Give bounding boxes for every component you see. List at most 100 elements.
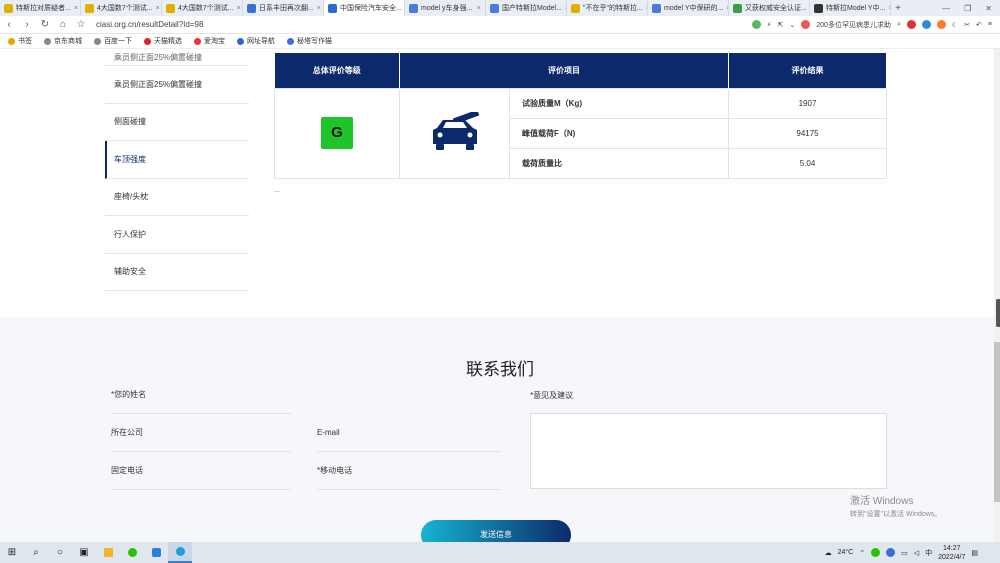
network-icon[interactable]: ▭ <box>901 549 908 557</box>
browser-tab[interactable]: 4大国数7个测试... × <box>81 0 162 16</box>
browser-tab[interactable]: 特斯拉对质疑者... × <box>0 0 81 16</box>
browser-tab[interactable]: "不在乎"的特斯拉...× <box>567 0 648 16</box>
browser-tab[interactable]: 又获权威安全认证...× <box>729 0 810 16</box>
minimize-icon[interactable]: — <box>942 4 950 13</box>
phone-label: 固定电话 <box>111 466 143 475</box>
tab-title: 又获权威安全认证... <box>745 5 807 12</box>
undo-icon[interactable]: ↶ <box>976 21 982 29</box>
bookmark-item[interactable]: 百度一下 <box>94 36 132 46</box>
tray-chevron-icon[interactable]: ⌃ <box>859 549 865 557</box>
chevron-down-icon[interactable]: ⌄ <box>789 21 795 29</box>
task-view-icon[interactable]: ▣ <box>72 547 96 558</box>
sidebar-item[interactable]: 座椅/头枕 <box>105 179 249 216</box>
moon-icon[interactable]: ☾ <box>952 21 958 29</box>
search-icon[interactable]: ⌕ <box>897 21 901 29</box>
bookmark-label: 京东商城 <box>54 38 82 45</box>
browser-tab[interactable]: model Y中保研的...× <box>648 0 729 16</box>
bookmark-item[interactable]: 网址导航 <box>237 36 275 46</box>
close-tab-icon[interactable]: × <box>317 5 321 12</box>
star-icon[interactable]: ☆ <box>72 19 90 30</box>
shield-icon[interactable] <box>751 20 761 29</box>
back-icon[interactable]: ‹ <box>0 19 18 30</box>
search-hint[interactable]: 200多位罕见病患儿求助 <box>816 20 891 30</box>
app-icon[interactable] <box>144 542 168 563</box>
result-table: 总体评价等级 评价项目 评价结果 G 试验质量M（Kg) 1907 峰值载荷F（… <box>274 53 887 179</box>
close-tab-icon[interactable]: × <box>477 5 481 12</box>
clock-date: 2022/4/7 <box>938 553 966 561</box>
volume-icon[interactable]: ◁ <box>914 549 919 557</box>
company-field[interactable]: 所在公司 <box>111 414 291 452</box>
test-category-nav: 乘员侧正面25%偏置碰撞 乘员侧正面25%偏置碰撞 侧面碰撞 车顶强度 座椅/头枕 行人保… <box>105 49 249 291</box>
bookmark-item[interactable]: 京东商城 <box>44 36 82 46</box>
sidebar-item[interactable]: 侧面碰撞 <box>105 104 249 141</box>
side-panel-handle[interactable] <box>996 299 1000 327</box>
contact-section: 联系我们 *您的姓名 所在公司 E-mail 固定电话 *移动电话 *意见及建议… <box>0 317 1000 542</box>
sidebar-item[interactable]: 乘员侧正面25%偏置碰撞 <box>105 49 249 66</box>
ime-icon[interactable]: 中 <box>925 548 932 558</box>
scrollbar[interactable] <box>994 49 1000 542</box>
feedback-textarea[interactable] <box>530 413 887 489</box>
notification-icon[interactable]: ▤ <box>971 549 978 557</box>
bookmark-item[interactable]: 天猫精选 <box>144 36 182 46</box>
sidebar-item[interactable]: 辅助安全 <box>105 254 249 291</box>
bookmark-item[interactable]: 爱淘宝 <box>194 36 225 46</box>
file-explorer-icon[interactable] <box>96 542 120 563</box>
tab-favicon-icon <box>328 3 337 13</box>
menu-icon[interactable]: ≡ <box>988 21 992 28</box>
browser-taskbar-icon[interactable] <box>168 542 192 563</box>
browser-tab[interactable]: 4大国数7个测试... × <box>162 0 243 16</box>
mobile-field[interactable]: *移动电话 <box>317 452 500 490</box>
wechat-tray-icon[interactable] <box>871 548 881 557</box>
scissors-icon[interactable]: ✂ <box>964 21 970 29</box>
url-field[interactable]: ciasi.org.cn/resultDetail?Id=98 <box>96 20 203 29</box>
search-engine-icon[interactable] <box>801 20 811 29</box>
windows-start-icon[interactable]: ⊞ <box>0 547 24 558</box>
close-window-icon[interactable]: ✕ <box>985 4 992 13</box>
sidebar-item[interactable]: 车顶强度 <box>105 141 249 179</box>
star-icon <box>8 37 15 45</box>
company-label: 所在公司 <box>111 428 143 437</box>
close-tab-icon[interactable]: × <box>156 5 160 12</box>
scrollbar-thumb[interactable] <box>994 342 1000 502</box>
wechat-icon[interactable] <box>120 542 144 563</box>
weather-icon[interactable]: ☁ <box>825 549 832 557</box>
lightning-icon[interactable]: ⚡ <box>767 21 772 29</box>
sidebar-item[interactable]: 乘员侧正面25%偏置碰撞 <box>105 66 249 104</box>
browser-tab[interactable]: 特斯拉Model Y中...× <box>810 0 891 16</box>
phone-field[interactable]: 固定电话 <box>111 452 291 490</box>
clock[interactable]: 14:27 2022/4/7 <box>938 544 965 562</box>
maximize-icon[interactable]: ❐ <box>964 4 971 13</box>
browser-tab[interactable]: 国产特斯拉Model...× <box>486 0 567 16</box>
browser-tab[interactable]: model y车身强... × <box>405 0 486 16</box>
windows-activation-watermark: 激活 Windows 转到"设置"以激活 Windows。 <box>850 492 941 519</box>
games-icon[interactable] <box>906 20 916 29</box>
cortana-icon[interactable]: ○ <box>48 547 72 558</box>
close-tab-icon[interactable]: × <box>74 5 78 12</box>
bookmark-item[interactable]: 秘塔写作猫 <box>287 36 332 46</box>
tab-title: 特斯拉对质疑者... <box>16 5 71 12</box>
browser-tab[interactable]: 日系丰田再次翻... × <box>243 0 324 16</box>
bookmarks-menu[interactable]: 书签 <box>8 36 32 46</box>
tab-title: 日系丰田再次翻... <box>259 5 314 12</box>
email-field[interactable]: E-mail <box>317 414 500 452</box>
home-icon[interactable]: ⌂ <box>54 19 72 30</box>
send-button[interactable]: 发送信息 <box>421 520 571 542</box>
sidebar-item[interactable]: 行人保护 <box>105 216 249 254</box>
tab-title: model Y中保研的... <box>664 5 724 12</box>
forward-icon[interactable]: › <box>18 19 36 30</box>
browser-tab[interactable]: 中国保险汽车安全...× <box>324 0 405 16</box>
bookmark-label: 百度一下 <box>104 38 132 45</box>
weather-temp[interactable]: 24°C <box>838 549 854 556</box>
address-bar: ‹ › ↻ ⌂ ☆ ciasi.org.cn/resultDetail?Id=9… <box>0 16 1000 34</box>
share-icon[interactable]: ⇱ <box>778 21 784 29</box>
close-tab-icon[interactable]: × <box>237 5 241 12</box>
name-field[interactable]: *您的姓名 <box>111 376 291 414</box>
app-icon[interactable] <box>936 20 946 29</box>
tab-favicon-icon <box>571 3 580 13</box>
cloud-icon[interactable] <box>921 20 931 29</box>
item-test-mass: 试验质量M（Kg) <box>509 87 729 119</box>
new-tab-icon[interactable]: + <box>891 3 905 14</box>
security-tray-icon[interactable] <box>886 548 896 557</box>
refresh-icon[interactable]: ↻ <box>36 19 54 30</box>
search-icon[interactable]: ⌕ <box>24 547 48 558</box>
